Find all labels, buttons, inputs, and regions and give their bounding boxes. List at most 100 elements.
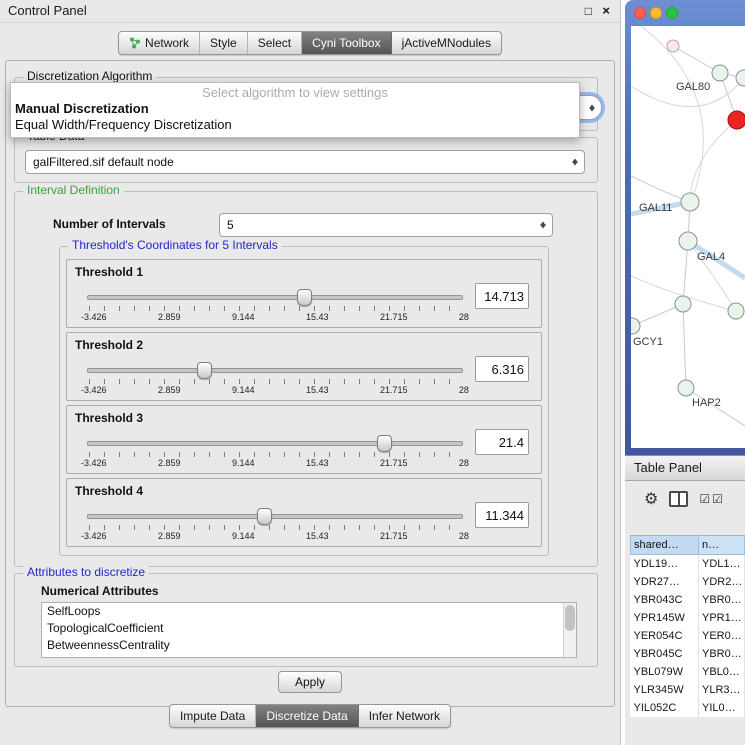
table-cell[interactable]: YIL052C bbox=[631, 699, 699, 717]
slider-track[interactable] bbox=[87, 295, 463, 300]
network-node[interactable] bbox=[681, 193, 699, 211]
table-cell[interactable]: YBR0… bbox=[699, 591, 745, 609]
tab-style[interactable]: Style bbox=[200, 32, 248, 54]
table-cell[interactable]: YLR3… bbox=[699, 681, 745, 699]
tab-network[interactable]: Network bbox=[119, 32, 200, 54]
table-data-combo[interactable]: galFiltered.sif default node bbox=[25, 150, 585, 174]
threshold-panel: Threshold 4 -3.4262.8599.14415.4321.7152… bbox=[66, 478, 542, 547]
table-cell[interactable]: YER0… bbox=[699, 627, 745, 645]
column-header-name[interactable]: n… bbox=[699, 536, 745, 555]
table-cell[interactable]: YBL0… bbox=[699, 663, 745, 681]
tab-jactivemnodules[interactable]: jActiveMNodules bbox=[392, 32, 501, 54]
table-row[interactable]: YER054CYER0… bbox=[631, 627, 745, 645]
panel-title: Control Panel bbox=[8, 0, 87, 22]
network-node[interactable] bbox=[679, 232, 697, 250]
network-node[interactable] bbox=[736, 70, 745, 86]
table-cell[interactable]: YPR145W bbox=[631, 609, 699, 627]
control-panel-titlebar[interactable]: Control Panel □ × bbox=[0, 0, 620, 23]
table-row[interactable]: YDR27…YDR2… bbox=[631, 573, 745, 591]
slider-ticks bbox=[89, 306, 463, 311]
threshold-label: Threshold 2 bbox=[75, 338, 143, 352]
threshold-slider[interactable]: -3.4262.8599.14415.4321.71528 bbox=[87, 287, 463, 323]
tick-label: 21.715 bbox=[380, 385, 408, 395]
attribute-list-scrollbar[interactable] bbox=[563, 603, 576, 657]
tick-label: 21.715 bbox=[380, 531, 408, 541]
slider-thumb[interactable] bbox=[297, 289, 312, 306]
network-node[interactable] bbox=[712, 65, 728, 81]
threshold-value-input[interactable] bbox=[475, 283, 529, 309]
float-window-icon[interactable]: □ bbox=[585, 0, 592, 22]
node-label: GAL80 bbox=[676, 81, 710, 93]
threshold-value-input[interactable] bbox=[475, 502, 529, 528]
attribute-item[interactable]: TopologicalCoefficient bbox=[42, 620, 576, 637]
table-cell[interactable]: YIL0… bbox=[699, 699, 745, 717]
slider-thumb[interactable] bbox=[377, 435, 392, 452]
table-row[interactable]: YBR045CYBR0… bbox=[631, 645, 745, 663]
slider-track[interactable] bbox=[87, 368, 463, 373]
tab-discretize-data[interactable]: Discretize Data bbox=[256, 705, 358, 727]
network-node-selected[interactable] bbox=[728, 111, 745, 129]
cyni-toolbox-panel: Discretization Algorithm Select algorith… bbox=[5, 60, 615, 707]
intervals-combo[interactable]: 5 bbox=[219, 213, 553, 237]
gear-icon[interactable]: ⚙ bbox=[644, 489, 658, 509]
apply-button[interactable]: Apply bbox=[278, 671, 342, 693]
table-row[interactable]: YDL19…YDL1… bbox=[631, 555, 745, 574]
slider-ticks bbox=[89, 525, 463, 530]
tab-label: Select bbox=[258, 36, 291, 50]
threshold-slider[interactable]: -3.4262.8599.14415.4321.71528 bbox=[87, 360, 463, 396]
tick-label: 9.144 bbox=[232, 385, 255, 395]
table-panel-titlebar[interactable]: Table Panel bbox=[625, 455, 745, 481]
close-icon[interactable]: × bbox=[602, 0, 610, 22]
tab-cyni-toolbox[interactable]: Cyni Toolbox bbox=[302, 32, 391, 54]
attributes-group: Attributes to discretize Numerical Attri… bbox=[14, 573, 598, 667]
table-row[interactable]: YLR345WYLR3… bbox=[631, 681, 745, 699]
table-cell[interactable]: YDL1… bbox=[699, 555, 745, 574]
threshold-slider[interactable]: -3.4262.8599.14415.4321.71528 bbox=[87, 433, 463, 469]
table-cell[interactable]: YBR045C bbox=[631, 645, 699, 663]
slider-track[interactable] bbox=[87, 514, 463, 519]
slider-thumb[interactable] bbox=[257, 508, 272, 525]
dropdown-option-manual-discretization[interactable]: Manual Discretization bbox=[11, 101, 579, 117]
network-node[interactable] bbox=[667, 40, 679, 52]
table-cell[interactable]: YER054C bbox=[631, 627, 699, 645]
threshold-value-input[interactable] bbox=[475, 429, 529, 455]
tab-select[interactable]: Select bbox=[248, 32, 302, 54]
select-columns-icon[interactable]: ☑☑ bbox=[699, 492, 725, 506]
network-node[interactable] bbox=[728, 303, 744, 319]
column-header-shared-name[interactable]: shared… bbox=[631, 536, 699, 555]
threshold-value-input[interactable] bbox=[475, 356, 529, 382]
network-node[interactable] bbox=[631, 318, 640, 334]
table-row[interactable]: YPR145WYPR1… bbox=[631, 609, 745, 627]
scrollbar-thumb[interactable] bbox=[565, 605, 575, 631]
tick-label: 28 bbox=[459, 385, 469, 395]
tab-impute-data[interactable]: Impute Data bbox=[170, 705, 256, 727]
table-cell[interactable]: YPR1… bbox=[699, 609, 745, 627]
slider-thumb[interactable] bbox=[197, 362, 212, 379]
minimize-traffic-light[interactable] bbox=[650, 7, 662, 19]
table-cell[interactable]: YDR27… bbox=[631, 573, 699, 591]
dropdown-option-equal-width-frequency[interactable]: Equal Width/Frequency Discretization bbox=[11, 117, 579, 133]
columns-icon[interactable] bbox=[669, 491, 688, 507]
table-cell[interactable]: YBR0… bbox=[699, 645, 745, 663]
table-cell[interactable]: YDL19… bbox=[631, 555, 699, 574]
attribute-item[interactable]: SelfLoops bbox=[42, 603, 576, 620]
table-row[interactable]: YIL052CYIL0… bbox=[631, 699, 745, 717]
close-traffic-light[interactable] bbox=[634, 7, 646, 19]
attribute-list[interactable]: SelfLoopsTopologicalCoefficientBetweenne… bbox=[41, 602, 577, 658]
attribute-item[interactable]: BetweennessCentrality bbox=[42, 637, 576, 654]
zoom-traffic-light[interactable] bbox=[666, 7, 678, 19]
table-cell[interactable]: YBL079W bbox=[631, 663, 699, 681]
table-row[interactable]: YBL079WYBL0… bbox=[631, 663, 745, 681]
table-cell[interactable]: YLR345W bbox=[631, 681, 699, 699]
tick-label: 21.715 bbox=[380, 458, 408, 468]
tick-labels: -3.4262.8599.14415.4321.71528 bbox=[81, 458, 469, 468]
threshold-slider[interactable]: -3.4262.8599.14415.4321.71528 bbox=[87, 506, 463, 542]
network-node[interactable] bbox=[678, 380, 694, 396]
network-canvas[interactable]: GAL80 GAL11 GAL4 GCY1 HAP2 bbox=[631, 26, 745, 448]
tab-infer-network[interactable]: Infer Network bbox=[359, 705, 450, 727]
table-cell[interactable]: YDR2… bbox=[699, 573, 745, 591]
table-row[interactable]: YBR043CYBR0… bbox=[631, 591, 745, 609]
network-node[interactable] bbox=[675, 296, 691, 312]
table-cell[interactable]: YBR043C bbox=[631, 591, 699, 609]
slider-track[interactable] bbox=[87, 441, 463, 446]
